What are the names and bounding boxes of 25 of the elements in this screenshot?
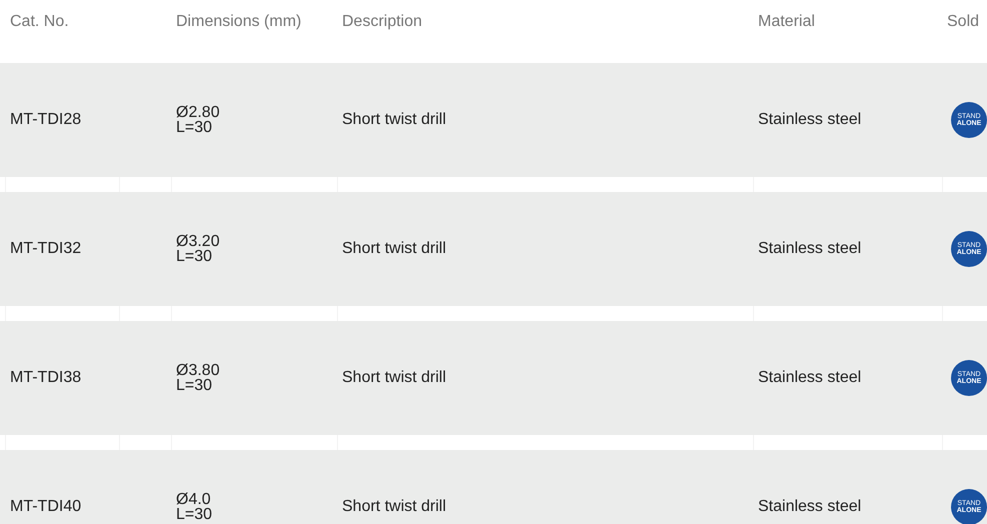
length-text: L=30 bbox=[176, 249, 214, 264]
table-cell-text: Stainless steel bbox=[757, 498, 862, 516]
diameter-text: Ø3.20 bbox=[176, 234, 221, 249]
table-cell-text: Stainless steel bbox=[757, 369, 862, 387]
table-cell-text: MT-TDI38 bbox=[9, 369, 82, 387]
length-text: L=30 bbox=[176, 120, 214, 135]
diameter-text: Ø2.80 bbox=[176, 105, 221, 120]
column-header: Description bbox=[341, 12, 424, 31]
length-text: L=30 bbox=[176, 378, 214, 393]
table-cell-text: Short twist drill bbox=[341, 111, 448, 129]
column-header: Sold bbox=[946, 12, 980, 31]
diameter-text: Ø3.80 bbox=[176, 363, 221, 378]
table-cell-text: MT-TDI40 bbox=[9, 498, 82, 516]
table-cell-text: Short twist drill bbox=[341, 240, 448, 258]
table-cell-text: MT-TDI32 bbox=[9, 240, 82, 258]
length-text: L=30 bbox=[176, 507, 214, 522]
table-cell-text: Stainless steel bbox=[757, 240, 862, 258]
table-cell-text: Short twist drill bbox=[341, 369, 448, 387]
column-header: Cat. No. bbox=[9, 12, 70, 31]
column-header: Dimensions (mm) bbox=[175, 12, 302, 31]
diameter-text: Ø4.0 bbox=[176, 492, 211, 507]
table-cell-text: Short twist drill bbox=[341, 498, 448, 516]
column-header: Material bbox=[757, 12, 816, 31]
table-cell-text: MT-TDI28 bbox=[9, 111, 82, 129]
table-cell-text: Stainless steel bbox=[757, 111, 862, 129]
